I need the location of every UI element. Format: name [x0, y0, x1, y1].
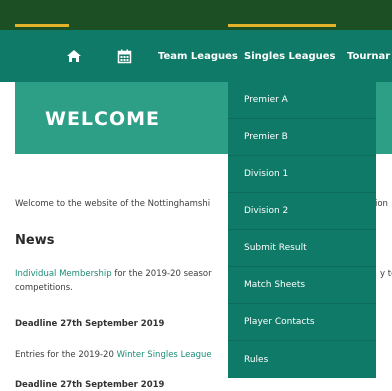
competitions-text: competitions. — [15, 283, 73, 293]
calendar-icon[interactable] — [114, 30, 134, 82]
welcome-text: Welcome to the website of the Nottingham… — [15, 198, 210, 211]
news-heading: News — [15, 233, 55, 248]
welcome-text-start: Welcome to the website of the Nottingham… — [15, 199, 211, 209]
winter-singles-link[interactable]: Winter Singles League — [117, 350, 212, 360]
deadline-2: Deadline 27th September 2019 — [15, 380, 165, 390]
membership-text: Individual Membership for the 2019-20 se… — [15, 268, 212, 281]
menu-item-rules[interactable]: Rules — [228, 341, 376, 378]
deadline-1: Deadline 27th September 2019 — [15, 319, 165, 329]
menu-item-premier-b[interactable]: Premier B — [228, 119, 376, 156]
menu-item-player-contacts[interactable]: Player Contacts — [228, 304, 376, 341]
entries-text: Entries for the 2019-20 Winter Singles L… — [15, 349, 212, 362]
nav-team-leagues[interactable]: Team Leagues — [158, 30, 238, 82]
active-indicator-singles — [228, 24, 336, 27]
menu-item-division-1[interactable]: Division 1 — [228, 156, 376, 193]
top-strip — [0, 0, 392, 30]
active-indicator-home — [15, 24, 69, 27]
membership-text-body: for the 2019-20 seasor — [111, 269, 212, 279]
menu-item-division-2[interactable]: Division 2 — [228, 193, 376, 230]
home-icon[interactable] — [62, 30, 86, 82]
menu-item-premier-a[interactable]: Premier A — [228, 82, 376, 119]
main-navbar: Team Leagues Singles Leagues Tournar — [0, 30, 392, 82]
page-title: WELCOME — [45, 108, 161, 130]
menu-item-match-sheets[interactable]: Match Sheets — [228, 267, 376, 304]
menu-item-submit-result[interactable]: Submit Result — [228, 230, 376, 267]
welcome-text-end: ion — [375, 199, 388, 209]
singles-leagues-dropdown: Premier A Premier B Division 1 Division … — [228, 82, 376, 378]
nav-tournaments[interactable]: Tournar — [347, 30, 390, 82]
membership-text-end: y to — [380, 269, 392, 279]
membership-link[interactable]: Individual Membership — [15, 269, 112, 279]
nav-singles-leagues[interactable]: Singles Leagues — [244, 30, 335, 82]
entries-text-body: Entries for the 2019-20 — [15, 350, 117, 360]
